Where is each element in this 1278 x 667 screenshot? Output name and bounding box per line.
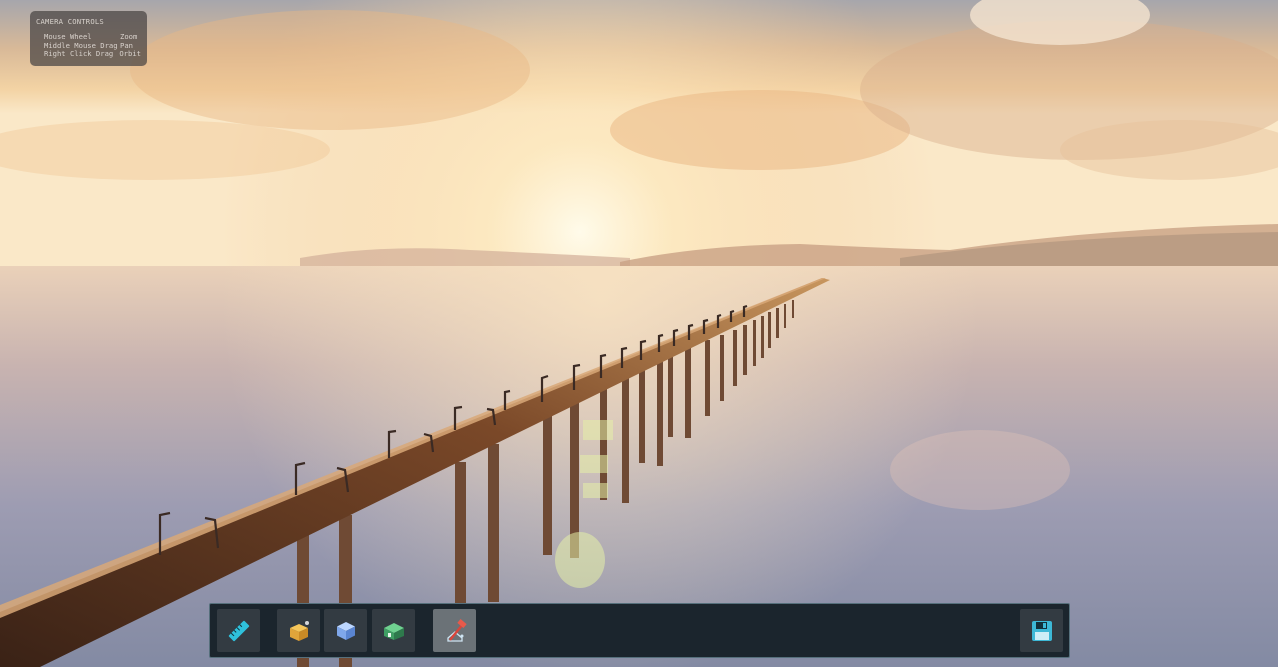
control-effect: Orbit (119, 49, 141, 59)
measure-tool-button[interactable] (217, 609, 260, 652)
place-crate-button[interactable] (277, 609, 320, 652)
control-action: Right Click Drag (44, 49, 114, 59)
camera-controls-panel: CAMERA CONTROLS Mouse Wheel Zoom Middle … (30, 11, 147, 66)
camera-control-row: Right Click Drag Orbit (36, 50, 141, 59)
place-building-button[interactable] (372, 609, 415, 652)
save-button[interactable] (1020, 609, 1063, 652)
house-icon (383, 622, 404, 640)
box-package-icon (289, 620, 309, 641)
ruler-icon (228, 620, 249, 641)
scene-viewport[interactable] (0, 0, 1278, 667)
floppy-disk-icon (1031, 620, 1052, 641)
camera-controls-title: CAMERA CONTROLS (36, 17, 104, 26)
demolish-tool-button[interactable] (433, 609, 476, 652)
build-toolbar (209, 603, 1070, 658)
demolish-hammer-icon (446, 618, 467, 642)
cube-icon (336, 621, 355, 640)
place-block-button[interactable] (324, 609, 367, 652)
